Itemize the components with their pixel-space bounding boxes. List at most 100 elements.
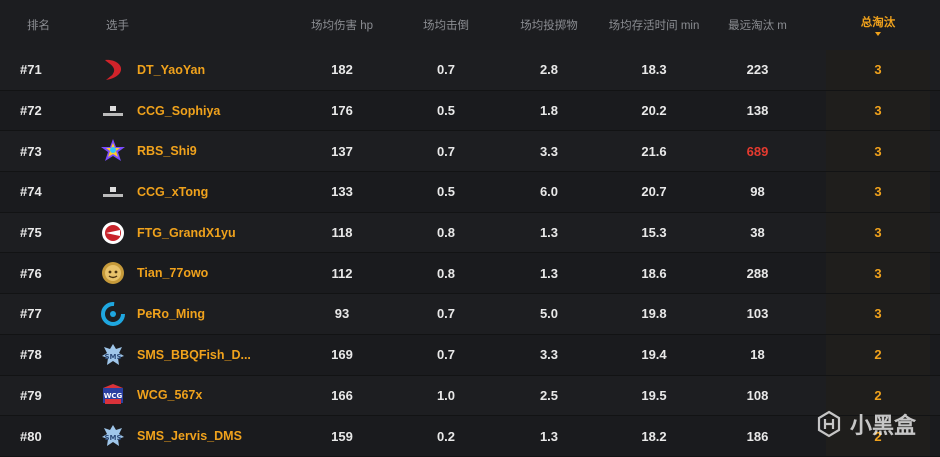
- player-name[interactable]: WCG_567x: [137, 388, 202, 402]
- header-player[interactable]: 选手: [106, 0, 306, 50]
- table-row[interactable]: #76 Tian_77owo 112 0.8 1.3 18.6 288 3: [0, 253, 940, 295]
- player-name[interactable]: DT_YaoYan: [137, 63, 205, 77]
- rank-cell: #71: [20, 62, 42, 78]
- table-row[interactable]: #77 PeRo_Ming 93 0.7 5.0 19.8 103 3: [0, 294, 940, 335]
- table-row[interactable]: #80 SMS SMS_Jervis_DMS 159 0.2 1.3 18.2 …: [0, 416, 940, 457]
- player-name[interactable]: Tian_77owo: [137, 266, 208, 280]
- avg-survival-cell: 19.4: [641, 347, 667, 363]
- player-cell[interactable]: SMS SMS_Jervis_DMS: [100, 416, 300, 456]
- player-cell[interactable]: FTG_GrandX1yu: [100, 213, 300, 253]
- header-avg-throwables[interactable]: 场均投掷物: [498, 0, 600, 50]
- avg-damage-cell: 133: [331, 184, 353, 200]
- header-avg-damage[interactable]: 场均伤害 hp: [292, 0, 392, 50]
- farthest-kill-cell: 103: [746, 306, 769, 322]
- player-name[interactable]: FTG_GrandX1yu: [137, 226, 236, 240]
- farthest-kill-cell: 138: [746, 103, 769, 119]
- player-cell[interactable]: PeRo_Ming: [100, 294, 300, 334]
- avg-knockdowns-cell: 0.8: [436, 265, 456, 281]
- avg-throwables-cell: 1.3: [539, 225, 559, 241]
- avg-damage-cell: 182: [331, 62, 353, 78]
- rank-cell: #75: [20, 225, 42, 241]
- avg-throwables-cell: 5.0: [539, 306, 559, 322]
- avg-survival-cell: 15.3: [641, 225, 667, 241]
- pero-team-logo: [100, 301, 126, 327]
- avg-throwables-cell: 2.8: [539, 62, 559, 78]
- avg-throwables-cell: 3.3: [539, 347, 559, 363]
- watermark-text: 小黑盒: [849, 413, 916, 438]
- avg-knockdowns-cell: 0.2: [436, 428, 456, 444]
- header-total-kills[interactable]: 总淘汰: [826, 0, 930, 50]
- avg-throwables-cell: 2.5: [539, 387, 559, 403]
- avg-survival-cell: 18.3: [641, 62, 667, 78]
- avg-damage-cell: 112: [331, 265, 353, 281]
- player-name[interactable]: PeRo_Ming: [137, 307, 205, 321]
- avg-throwables-cell: 1.3: [539, 265, 559, 281]
- avg-knockdowns-cell: 0.5: [436, 184, 456, 200]
- svg-text:SMS: SMS: [104, 353, 121, 361]
- farthest-kill-cell: 223: [746, 62, 769, 78]
- header-avg-survival[interactable]: 场均存活时间 min: [604, 0, 704, 50]
- player-cell[interactable]: RBS_Shi9: [100, 131, 300, 171]
- total-kills-cell: 3: [826, 294, 930, 334]
- table-row[interactable]: #74 CCG_xTong 133 0.5 6.0 20.7 98 3: [0, 172, 940, 213]
- farthest-kill-cell: 186: [746, 428, 769, 444]
- watermark: 小黑盒: [814, 408, 916, 440]
- player-name[interactable]: RBS_Shi9: [137, 144, 197, 158]
- rank-cell: #72: [20, 103, 42, 119]
- avg-survival-cell: 20.2: [641, 103, 667, 119]
- farthest-kill-cell: 689: [746, 143, 769, 159]
- total-kills-cell: 3: [826, 212, 930, 253]
- rank-cell: #80: [20, 428, 42, 444]
- player-cell[interactable]: Tian_77owo: [100, 253, 300, 293]
- avg-knockdowns-cell: 0.8: [436, 225, 456, 241]
- player-cell[interactable]: WCG WCG_567x: [100, 376, 300, 416]
- total-kills-cell: 2: [826, 334, 930, 375]
- wcg-team-logo: WCG: [100, 382, 126, 408]
- header-rank[interactable]: 排名: [27, 0, 67, 50]
- ccg-team-logo: [100, 98, 126, 124]
- total-kills-cell: 3: [826, 172, 930, 212]
- rbs-team-logo: [100, 138, 126, 164]
- avg-damage-cell: 176: [331, 103, 353, 119]
- table-body: #71 DT_YaoYan 182 0.7 2.8 18.3 223 3 #72…: [0, 50, 940, 457]
- farthest-kill-cell: 38: [750, 225, 765, 241]
- farthest-kill-cell: 98: [750, 184, 765, 200]
- avg-survival-cell: 19.5: [641, 387, 667, 403]
- sms-team-logo: SMS: [100, 342, 126, 368]
- xiaoheihe-logo-icon: [817, 410, 841, 438]
- player-name[interactable]: CCG_Sophiya: [137, 104, 220, 118]
- avg-damage-cell: 166: [331, 387, 353, 403]
- table-row[interactable]: #72 CCG_Sophiya 176 0.5 1.8 20.2 138 3: [0, 90, 940, 132]
- dt-team-logo: [100, 57, 126, 83]
- table-row[interactable]: #73 RBS_Shi9 137 0.7 3.3 21.6 689 3: [0, 131, 940, 173]
- player-cell[interactable]: SMS SMS_BBQFish_D...: [100, 335, 300, 375]
- avg-damage-cell: 93: [334, 306, 350, 322]
- player-cell[interactable]: CCG_xTong: [100, 172, 300, 212]
- rank-cell: #79: [20, 387, 42, 403]
- player-name[interactable]: SMS_BBQFish_D...: [137, 348, 251, 362]
- avg-damage-cell: 169: [331, 347, 353, 363]
- svg-text:SMS: SMS: [104, 434, 121, 442]
- svg-text:WCG: WCG: [104, 392, 123, 400]
- tian-team-logo: [100, 260, 126, 286]
- table-row[interactable]: #78 SMS SMS_BBQFish_D... 169 0.7 3.3 19.…: [0, 334, 940, 376]
- farthest-kill-cell: 18: [750, 347, 765, 363]
- header-farthest-kill[interactable]: 最远淘汰 m: [710, 0, 805, 50]
- total-kills-cell: 3: [826, 131, 930, 172]
- player-cell[interactable]: CCG_Sophiya: [100, 91, 300, 131]
- player-name[interactable]: SMS_Jervis_DMS: [137, 429, 242, 443]
- total-kills-cell: 3: [826, 90, 930, 131]
- total-kills-cell: 3: [826, 50, 930, 90]
- avg-damage-cell: 118: [331, 225, 353, 241]
- avg-knockdowns-cell: 0.7: [436, 143, 456, 159]
- header-avg-knockdowns[interactable]: 场均击倒: [396, 0, 496, 50]
- avg-survival-cell: 21.6: [641, 143, 667, 159]
- avg-survival-cell: 18.2: [641, 428, 667, 444]
- total-kills-cell: 3: [826, 253, 930, 294]
- table-row[interactable]: #79 WCG WCG_567x 166 1.0 2.5 19.5 108 2: [0, 375, 940, 417]
- player-name[interactable]: CCG_xTong: [137, 185, 208, 199]
- avg-survival-cell: 18.6: [641, 265, 667, 281]
- player-cell[interactable]: DT_YaoYan: [100, 50, 300, 90]
- table-row[interactable]: #75 FTG_GrandX1yu 118 0.8 1.3 15.3 38 3: [0, 212, 940, 254]
- table-row[interactable]: #71 DT_YaoYan 182 0.7 2.8 18.3 223 3: [0, 50, 940, 91]
